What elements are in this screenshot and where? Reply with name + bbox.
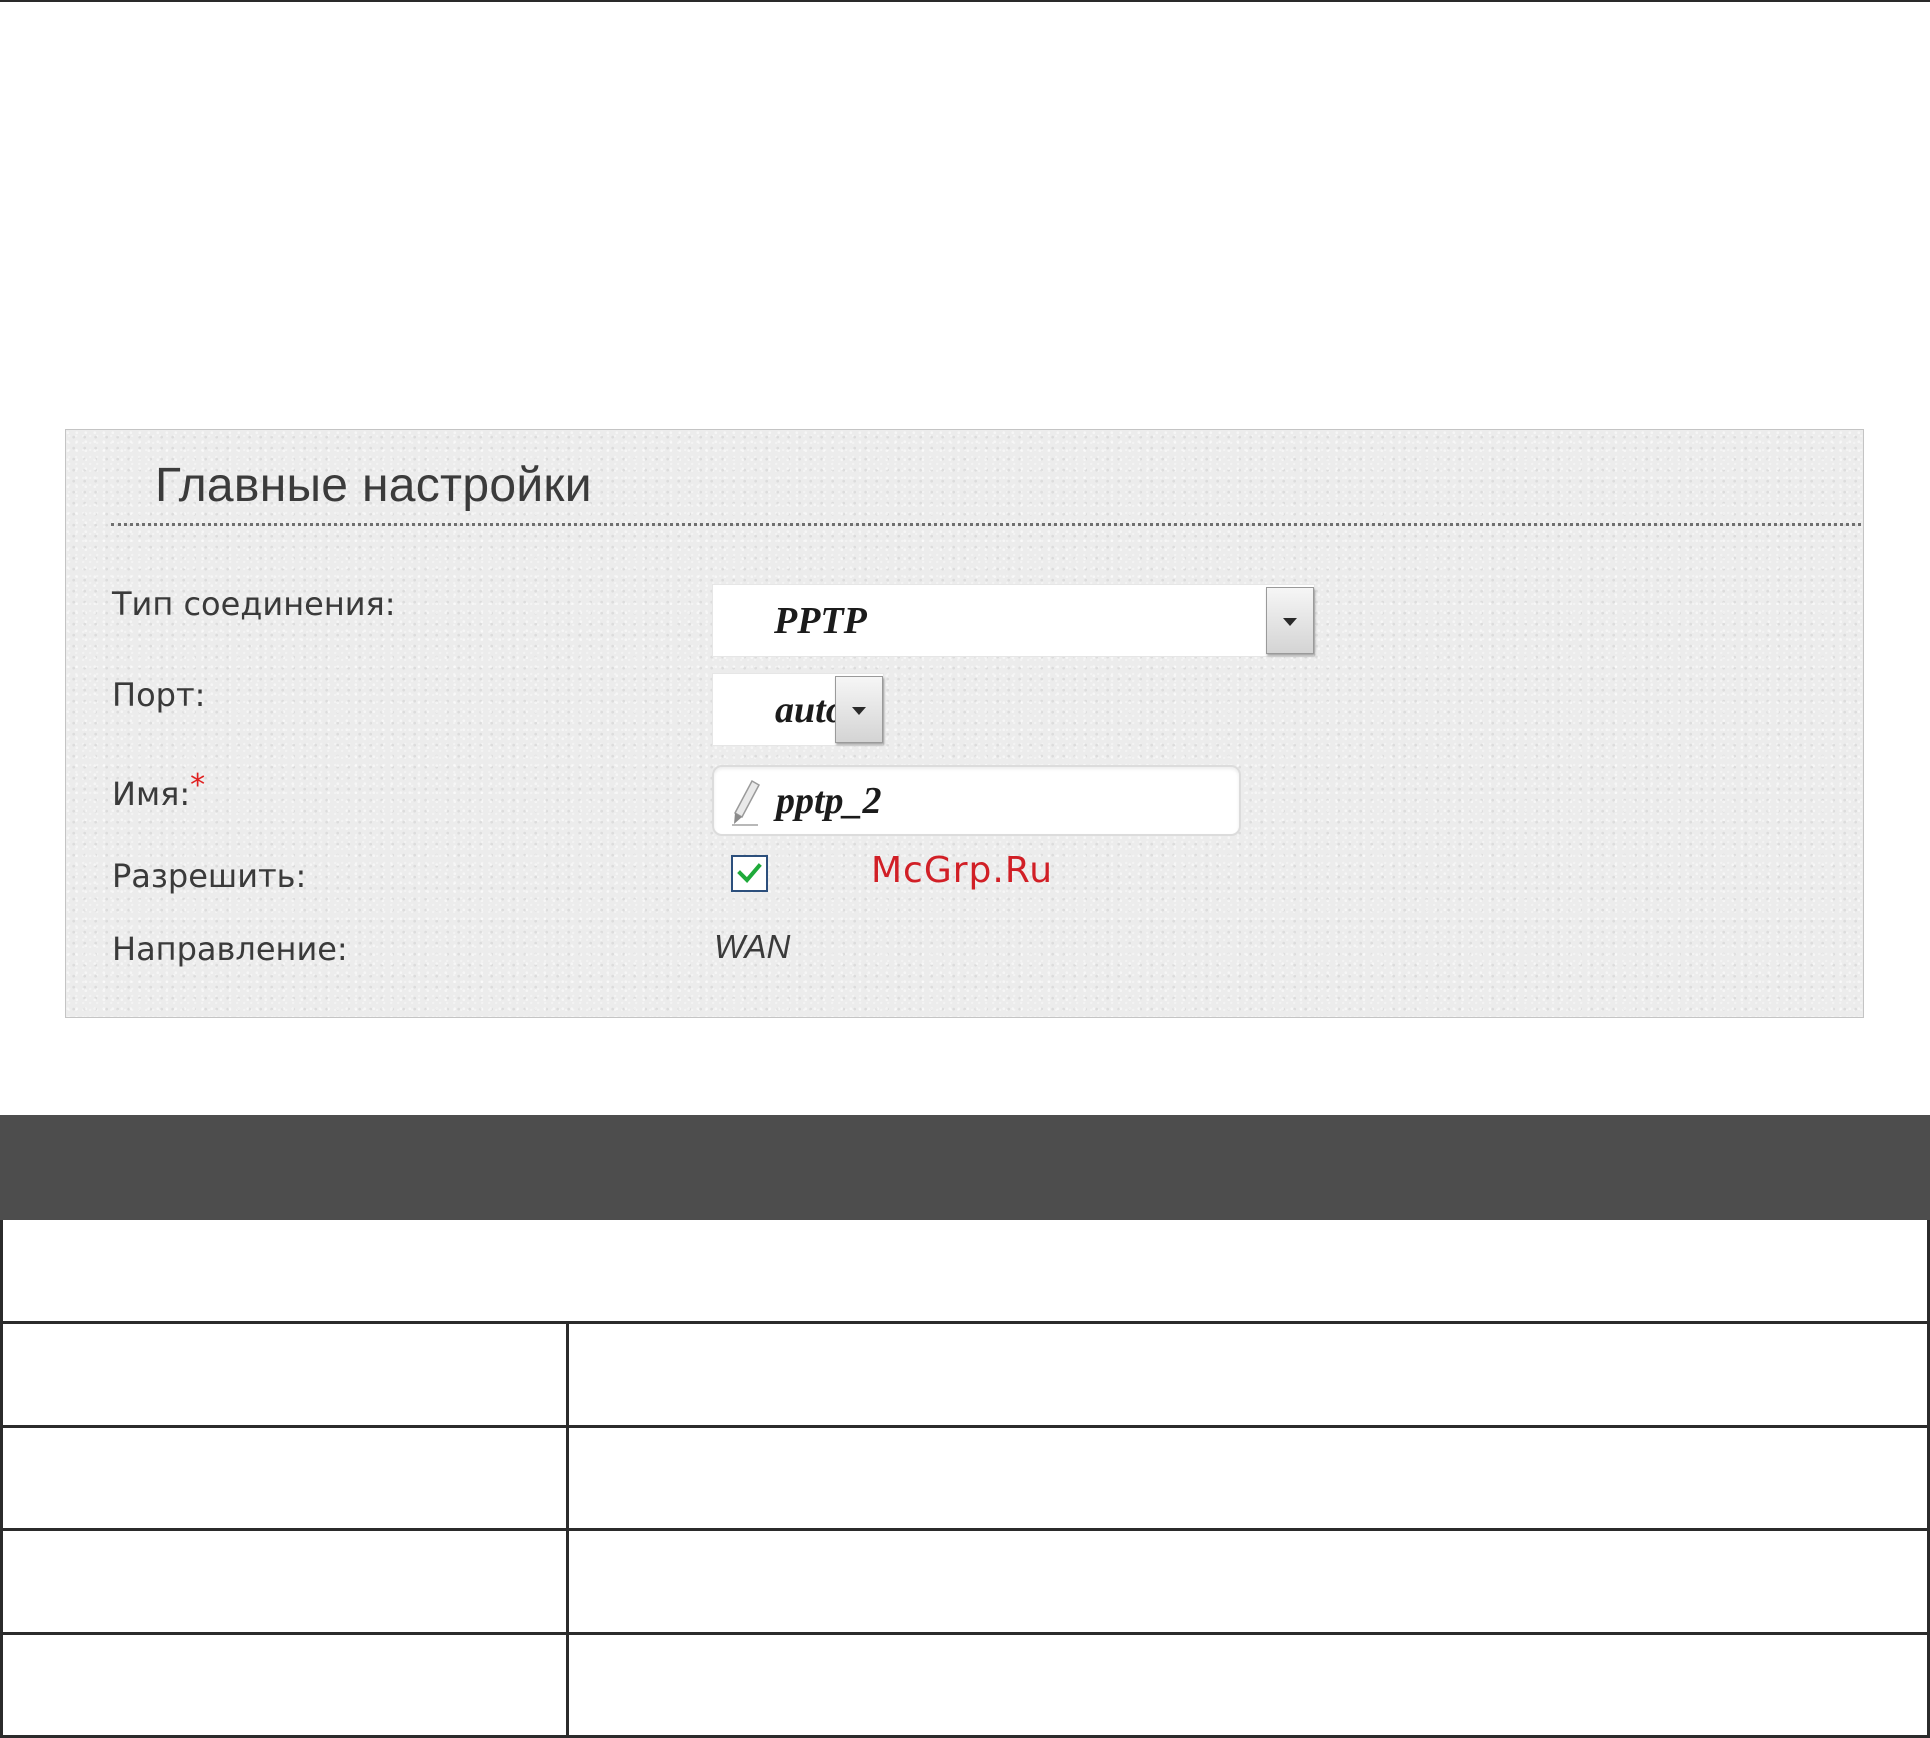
watermark-text: McGrp.Ru <box>871 850 1054 891</box>
panel-divider <box>111 523 1861 526</box>
table-cell <box>569 1635 1927 1735</box>
connection-type-label: Тип соединения: <box>112 585 396 623</box>
connection-type-value: PPTP <box>774 599 867 642</box>
description-table <box>0 1220 1930 1738</box>
table-cell <box>3 1324 566 1425</box>
table-cell <box>569 1428 1927 1528</box>
document-page: Главные настройки Тип соединения: PPTP П… <box>0 0 1930 1738</box>
name-input[interactable]: pptp_2 <box>712 765 1241 836</box>
table-cell <box>569 1531 1927 1632</box>
checkmark-icon <box>737 863 762 883</box>
table-row-full-width <box>3 1220 1927 1321</box>
port-label: Порт: <box>112 676 206 714</box>
required-marker: * <box>190 768 206 803</box>
name-label: Имя:* <box>112 768 205 813</box>
port-select[interactable]: auto <box>712 673 884 746</box>
panel-title: Главные настройки <box>155 459 592 512</box>
table-cell <box>3 1635 566 1735</box>
table-cell <box>3 1531 566 1632</box>
table-cell <box>3 1428 566 1528</box>
name-value: pptp_2 <box>776 779 882 822</box>
settings-panel: Главные настройки Тип соединения: PPTP П… <box>65 429 1864 1018</box>
enable-label: Разрешить: <box>112 857 307 895</box>
pencil-icon <box>728 777 764 827</box>
table-cell <box>569 1324 1927 1425</box>
connection-type-select[interactable]: PPTP <box>712 584 1315 657</box>
direction-label: Направление: <box>112 930 348 968</box>
chevron-down-icon[interactable] <box>1266 587 1314 654</box>
table-header <box>0 1115 1930 1220</box>
direction-value: WAN <box>714 928 791 965</box>
name-label-text: Имя: <box>112 775 191 813</box>
chevron-down-icon[interactable] <box>835 676 883 743</box>
enable-checkbox[interactable] <box>731 855 768 892</box>
top-rule <box>0 0 1930 2</box>
